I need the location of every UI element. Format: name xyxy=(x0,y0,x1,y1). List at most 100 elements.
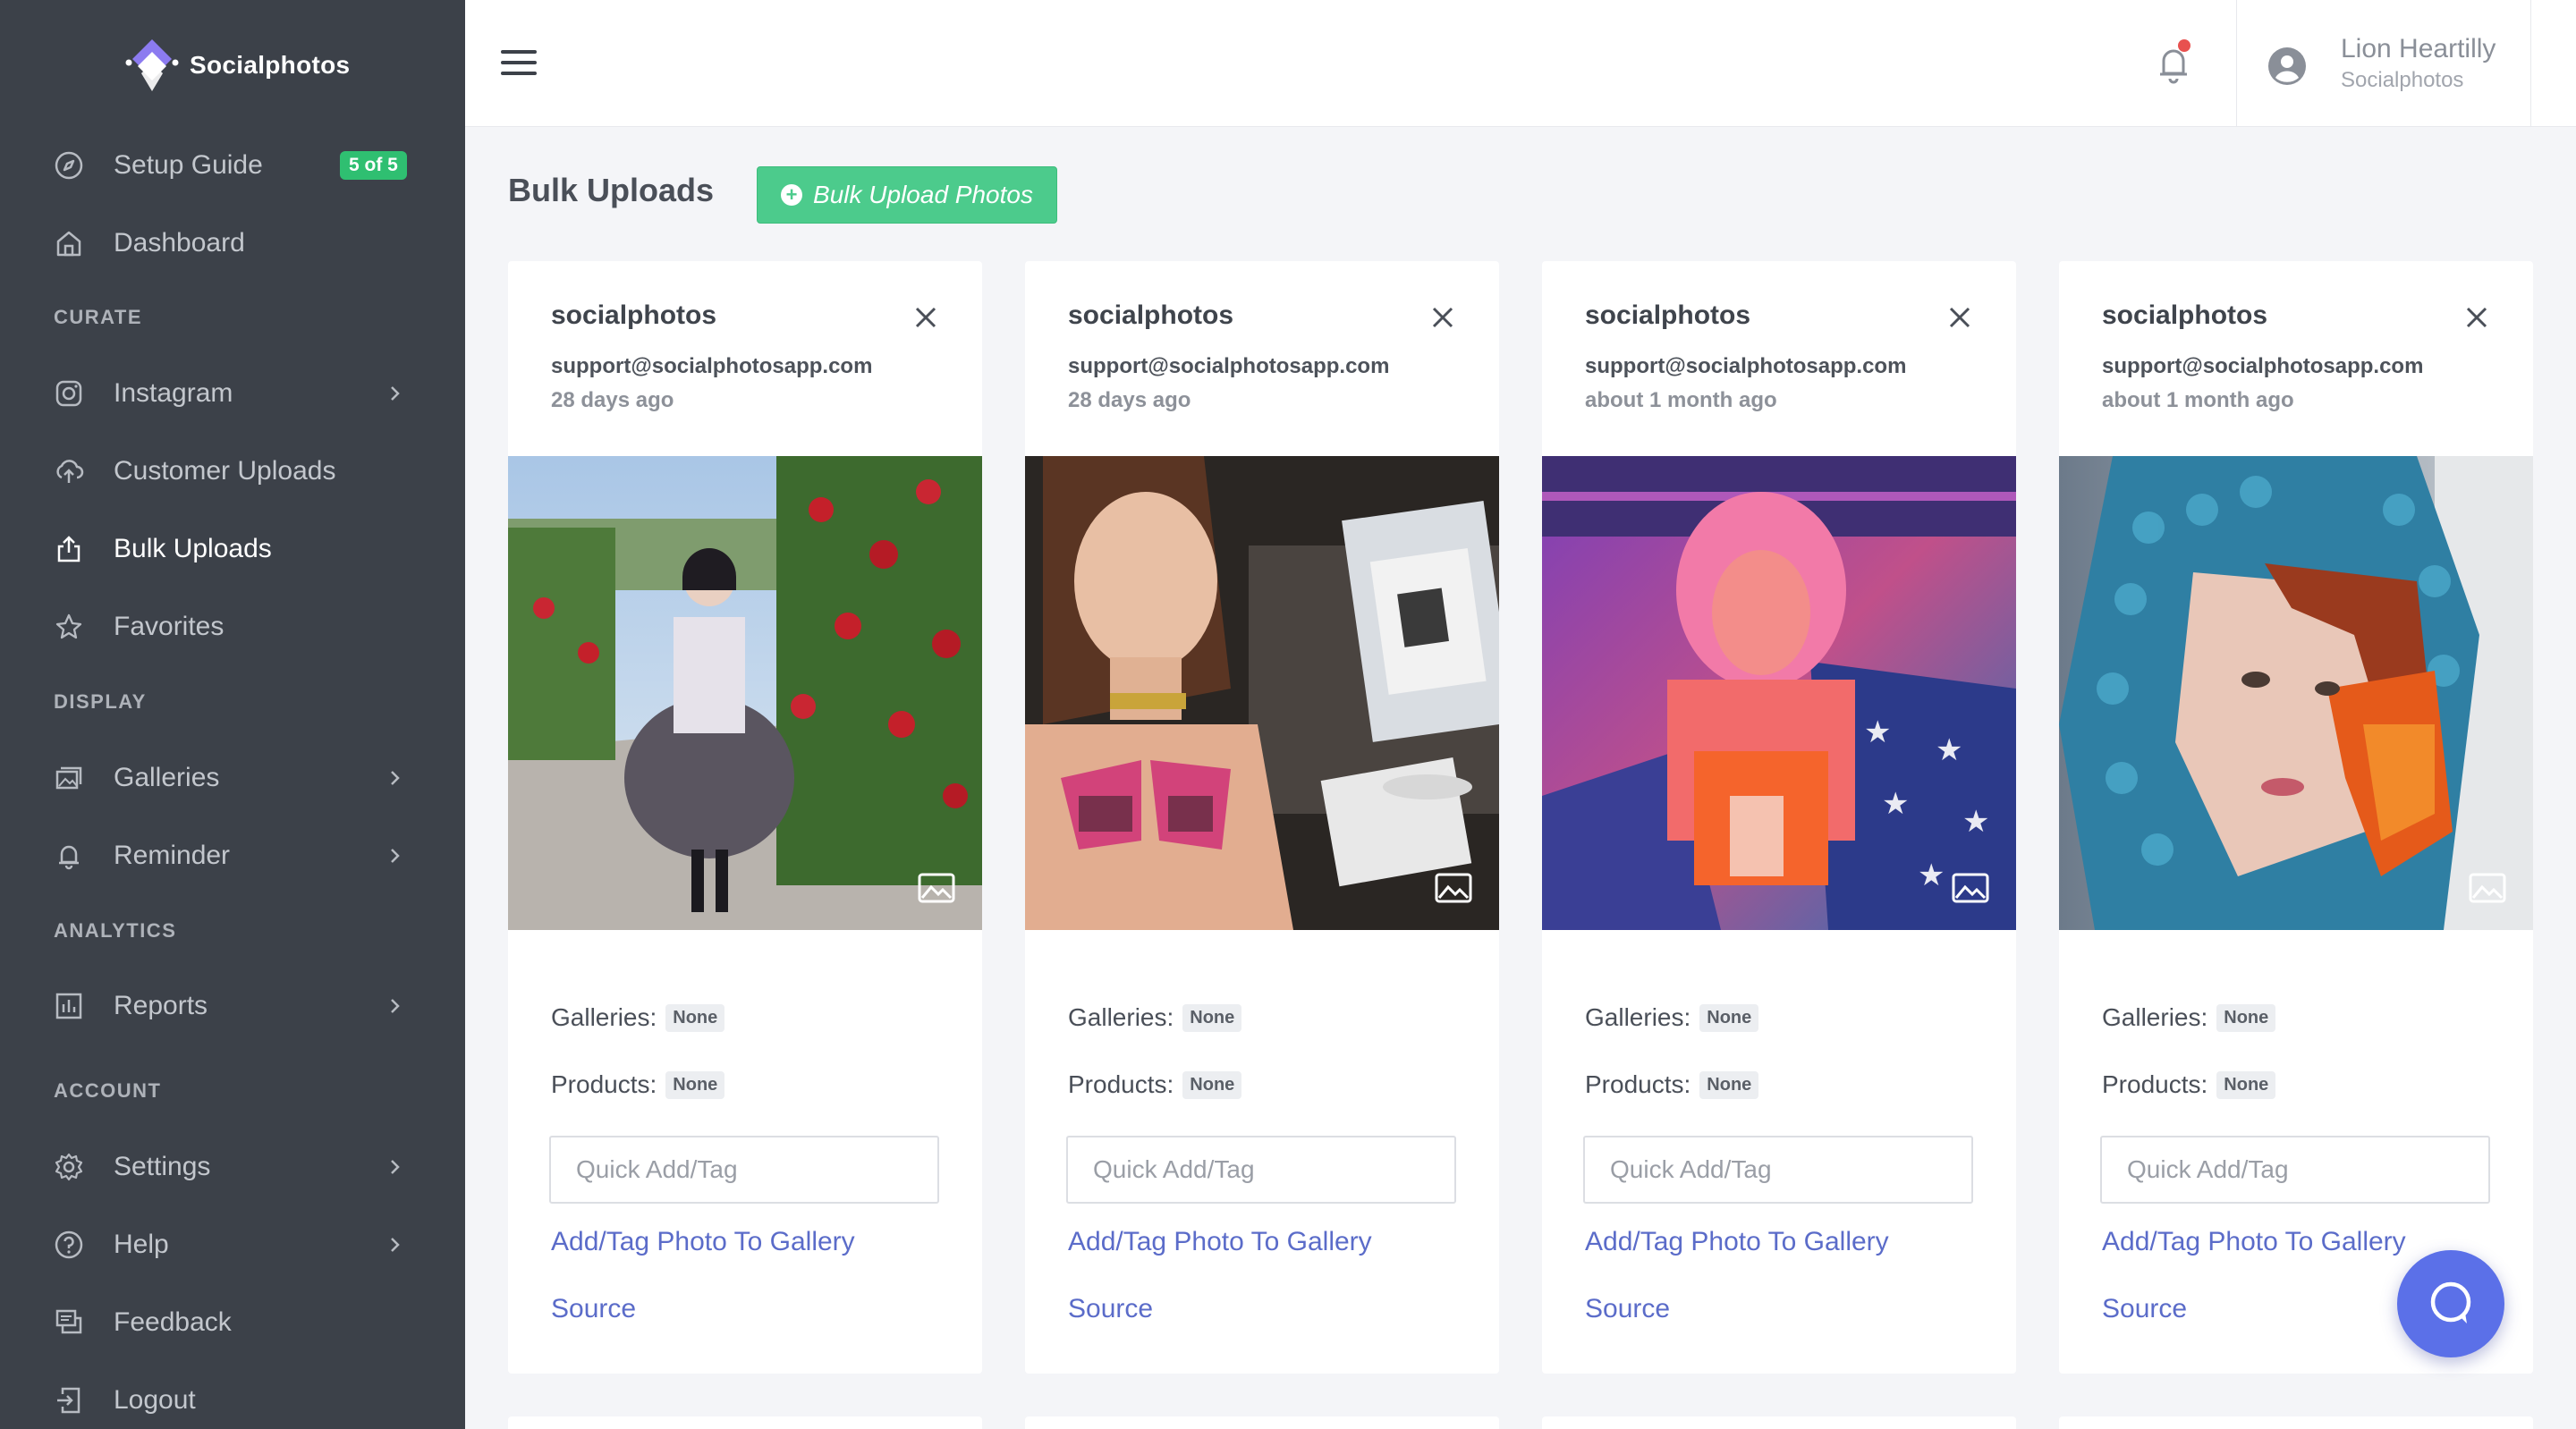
sidebar-item-reports[interactable]: Reports xyxy=(0,975,465,1037)
galleries-tag: None xyxy=(1699,1003,1759,1032)
sidebar-item-label: Instagram xyxy=(114,378,233,408)
add-tag-to-gallery-link[interactable]: Add/Tag Photo To Gallery xyxy=(1585,1227,1889,1257)
sidebar-item-settings[interactable]: Settings xyxy=(0,1136,465,1198)
source-link[interactable]: Source xyxy=(2102,1294,2187,1324)
brand[interactable]: Socialphotos xyxy=(125,36,350,95)
quick-add-tag-input[interactable] xyxy=(2100,1136,2490,1204)
close-icon[interactable] xyxy=(1431,306,1454,329)
image-icon xyxy=(1952,873,1989,903)
upload-card-partial xyxy=(1542,1416,2016,1429)
photo-garden-roses xyxy=(508,456,982,930)
products-label: Products: xyxy=(1068,1070,1174,1098)
source-link[interactable]: Source xyxy=(1585,1294,1670,1324)
chevron-right-icon xyxy=(391,386,400,401)
products-label: Products: xyxy=(1585,1070,1691,1098)
galleries-label: Galleries: xyxy=(1068,1003,1174,1031)
quick-add-tag-input[interactable] xyxy=(1066,1136,1456,1204)
card-email: support@socialphotosapp.com xyxy=(2102,354,2424,378)
galleries-label: Galleries: xyxy=(1585,1003,1691,1031)
card-products: Products: None xyxy=(551,1070,725,1099)
add-tag-to-gallery-link[interactable]: Add/Tag Photo To Gallery xyxy=(2102,1227,2406,1257)
galleries-label: Galleries: xyxy=(551,1003,657,1031)
uploaded-photo[interactable] xyxy=(1025,456,1499,930)
sidebar-item-dashboard[interactable]: Dashboard xyxy=(0,212,465,275)
close-icon[interactable] xyxy=(1948,306,1971,329)
cloud-upload-icon xyxy=(54,456,84,486)
share-upload-icon xyxy=(54,534,84,564)
upload-card-partial xyxy=(508,1416,982,1429)
chevron-right-icon xyxy=(391,771,400,785)
home-icon xyxy=(54,228,84,258)
sidebar-item-customer-uploads[interactable]: Customer Uploads xyxy=(0,440,465,503)
sidebar-item-feedback[interactable]: Feedback xyxy=(0,1291,465,1354)
image-icon xyxy=(918,873,955,903)
card-username: socialphotos xyxy=(2102,300,2268,330)
page-title: Bulk Uploads xyxy=(508,172,715,208)
sidebar-item-instagram[interactable]: Instagram xyxy=(0,362,465,425)
products-tag: None xyxy=(2216,1070,2276,1099)
close-icon[interactable] xyxy=(914,306,937,329)
products-tag: None xyxy=(665,1070,725,1099)
instagram-icon xyxy=(54,378,84,409)
card-timestamp: 28 days ago xyxy=(1068,388,1191,412)
notification-dot xyxy=(2178,39,2190,52)
feedback-icon xyxy=(54,1307,84,1338)
sidebar-item-galleries[interactable]: Galleries xyxy=(0,747,465,809)
logout-icon xyxy=(54,1385,84,1416)
upload-card: socialphotos support@socialphotosapp.com… xyxy=(2059,261,2533,1374)
sidebar-item-label: Dashboard xyxy=(114,228,245,258)
user-name: Lion Heartilly xyxy=(2341,34,2496,63)
add-tag-to-gallery-link[interactable]: Add/Tag Photo To Gallery xyxy=(1068,1227,1372,1257)
quick-add-tag-input[interactable] xyxy=(1583,1136,1973,1204)
brand-name: Socialphotos xyxy=(190,51,351,79)
sidebar-item-help[interactable]: Help xyxy=(0,1213,465,1276)
card-galleries: Galleries: None xyxy=(1585,1003,1759,1032)
source-link[interactable]: Source xyxy=(1068,1294,1153,1324)
user-avatar-icon xyxy=(2268,47,2306,85)
photo-pink-portrait: ★ ★ ★ ★ ★ ★ ★ xyxy=(1542,456,2016,930)
card-timestamp: about 1 month ago xyxy=(1585,388,1777,412)
uploaded-photo[interactable] xyxy=(508,456,982,930)
card-username: socialphotos xyxy=(1068,300,1234,330)
sidebar-item-label: Galleries xyxy=(114,763,220,792)
sidebar-item-label: Bulk Uploads xyxy=(114,534,272,563)
sidebar-item-label: Feedback xyxy=(114,1307,232,1337)
sidebar-item-setup-guide[interactable]: Setup Guide 5 of 5 xyxy=(0,134,465,197)
sidebar-item-label: Favorites xyxy=(114,612,225,641)
quick-add-tag-input[interactable] xyxy=(549,1136,939,1204)
sidebar-item-logout[interactable]: Logout xyxy=(0,1369,465,1429)
gear-icon xyxy=(54,1152,84,1182)
uploaded-photo[interactable] xyxy=(2059,456,2533,930)
sidebar-item-label: Reminder xyxy=(114,841,231,870)
image-icon xyxy=(1435,873,1472,903)
sidebar-item-label: Customer Uploads xyxy=(114,456,336,486)
chevron-right-icon xyxy=(391,999,400,1013)
sidebar-item-bulk-uploads[interactable]: Bulk Uploads xyxy=(0,518,465,580)
user-menu[interactable]: Lion Heartilly Socialphotos xyxy=(2236,0,2531,127)
hamburger-menu-icon[interactable] xyxy=(501,50,537,79)
uploaded-photo[interactable]: ★ ★ ★ ★ ★ ★ ★ xyxy=(1542,456,2016,930)
card-timestamp: about 1 month ago xyxy=(2102,388,2294,412)
photo-hooded-portrait xyxy=(2059,456,2533,930)
section-label-account: ACCOUNT xyxy=(54,1079,162,1102)
chevron-right-icon xyxy=(391,1238,400,1252)
sidebar-item-reminder[interactable]: Reminder xyxy=(0,824,465,887)
close-icon[interactable] xyxy=(2465,306,2488,329)
bulk-upload-photos-button[interactable]: + Bulk Upload Photos xyxy=(757,166,1057,224)
upload-card-partial xyxy=(2059,1416,2533,1429)
products-label: Products: xyxy=(551,1070,657,1098)
galleries-tag: None xyxy=(1182,1003,1242,1032)
card-email: support@socialphotosapp.com xyxy=(551,354,873,378)
add-tag-to-gallery-link[interactable]: Add/Tag Photo To Gallery xyxy=(551,1227,855,1257)
products-tag: None xyxy=(1182,1070,1242,1099)
plus-circle-icon: + xyxy=(781,184,803,206)
chat-widget-button[interactable] xyxy=(2397,1250,2504,1357)
chat-bubble-icon xyxy=(2430,1281,2471,1323)
card-email: support@socialphotosapp.com xyxy=(1585,354,1907,378)
svg-text:★: ★ xyxy=(1962,804,1989,840)
card-email: support@socialphotosapp.com xyxy=(1068,354,1390,378)
svg-text:★: ★ xyxy=(1936,732,1962,768)
sidebar-item-favorites[interactable]: Favorites xyxy=(0,596,465,658)
source-link[interactable]: Source xyxy=(551,1294,636,1324)
user-organization: Socialphotos xyxy=(2341,68,2464,92)
